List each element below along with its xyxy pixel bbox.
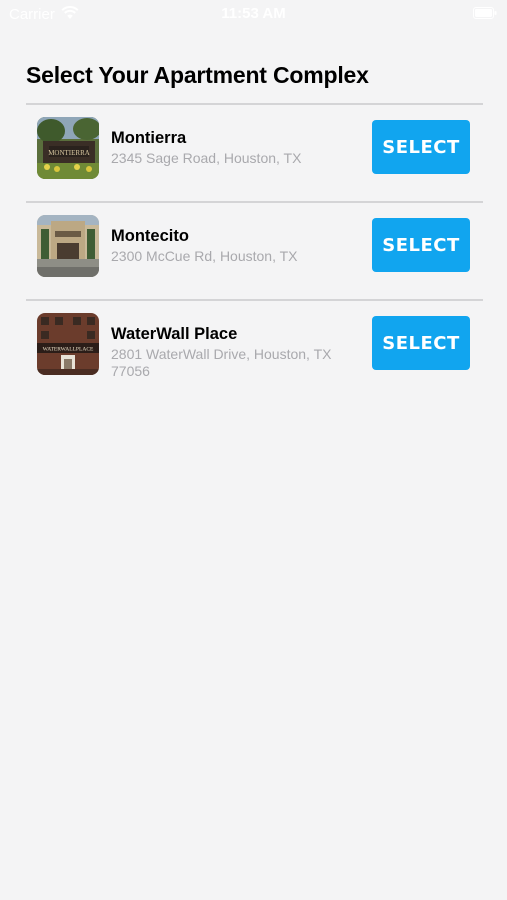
montierra-photo: MONTIERRA <box>37 117 99 179</box>
montecito-photo <box>37 215 99 277</box>
list-item: MONTIERRA Montierra 2345 Sage Road, Hous… <box>26 103 483 201</box>
apartment-list: MONTIERRA Montierra 2345 Sage Road, Hous… <box>26 103 483 397</box>
complex-address: 2345 Sage Road, Houston, TX <box>111 150 302 166</box>
complex-name: Montierra <box>111 129 187 147</box>
select-montecito-button[interactable]: SELECT <box>372 218 470 272</box>
list-item: Montecito 2300 McCue Rd, Houston, TX SEL… <box>26 201 483 299</box>
select-montierra-button[interactable]: SELECT <box>372 120 470 174</box>
waterwall-place-photo: WATERWALLPLACE <box>37 313 99 375</box>
complex-name: WaterWall Place <box>111 325 238 343</box>
complex-name: Montecito <box>111 227 189 245</box>
svg-text:MONTIERRA: MONTIERRA <box>48 149 90 157</box>
status-bar: Carrier 11:53 AM <box>0 0 507 28</box>
page-title: Select Your Apartment Complex <box>26 62 369 88</box>
select-waterwall-place-button[interactable]: SELECT <box>372 316 470 370</box>
complex-address: 2300 McCue Rd, Houston, TX <box>111 248 298 264</box>
svg-text:WATERWALLPLACE: WATERWALLPLACE <box>43 347 94 353</box>
list-item: WATERWALLPLACE WaterWall Place 2801 Wate… <box>26 299 483 397</box>
battery-icon <box>473 7 497 19</box>
status-time: 11:53 AM <box>221 5 286 22</box>
complex-address: 2801 WaterWall Drive, Houston, TX 77056 <box>111 346 332 379</box>
